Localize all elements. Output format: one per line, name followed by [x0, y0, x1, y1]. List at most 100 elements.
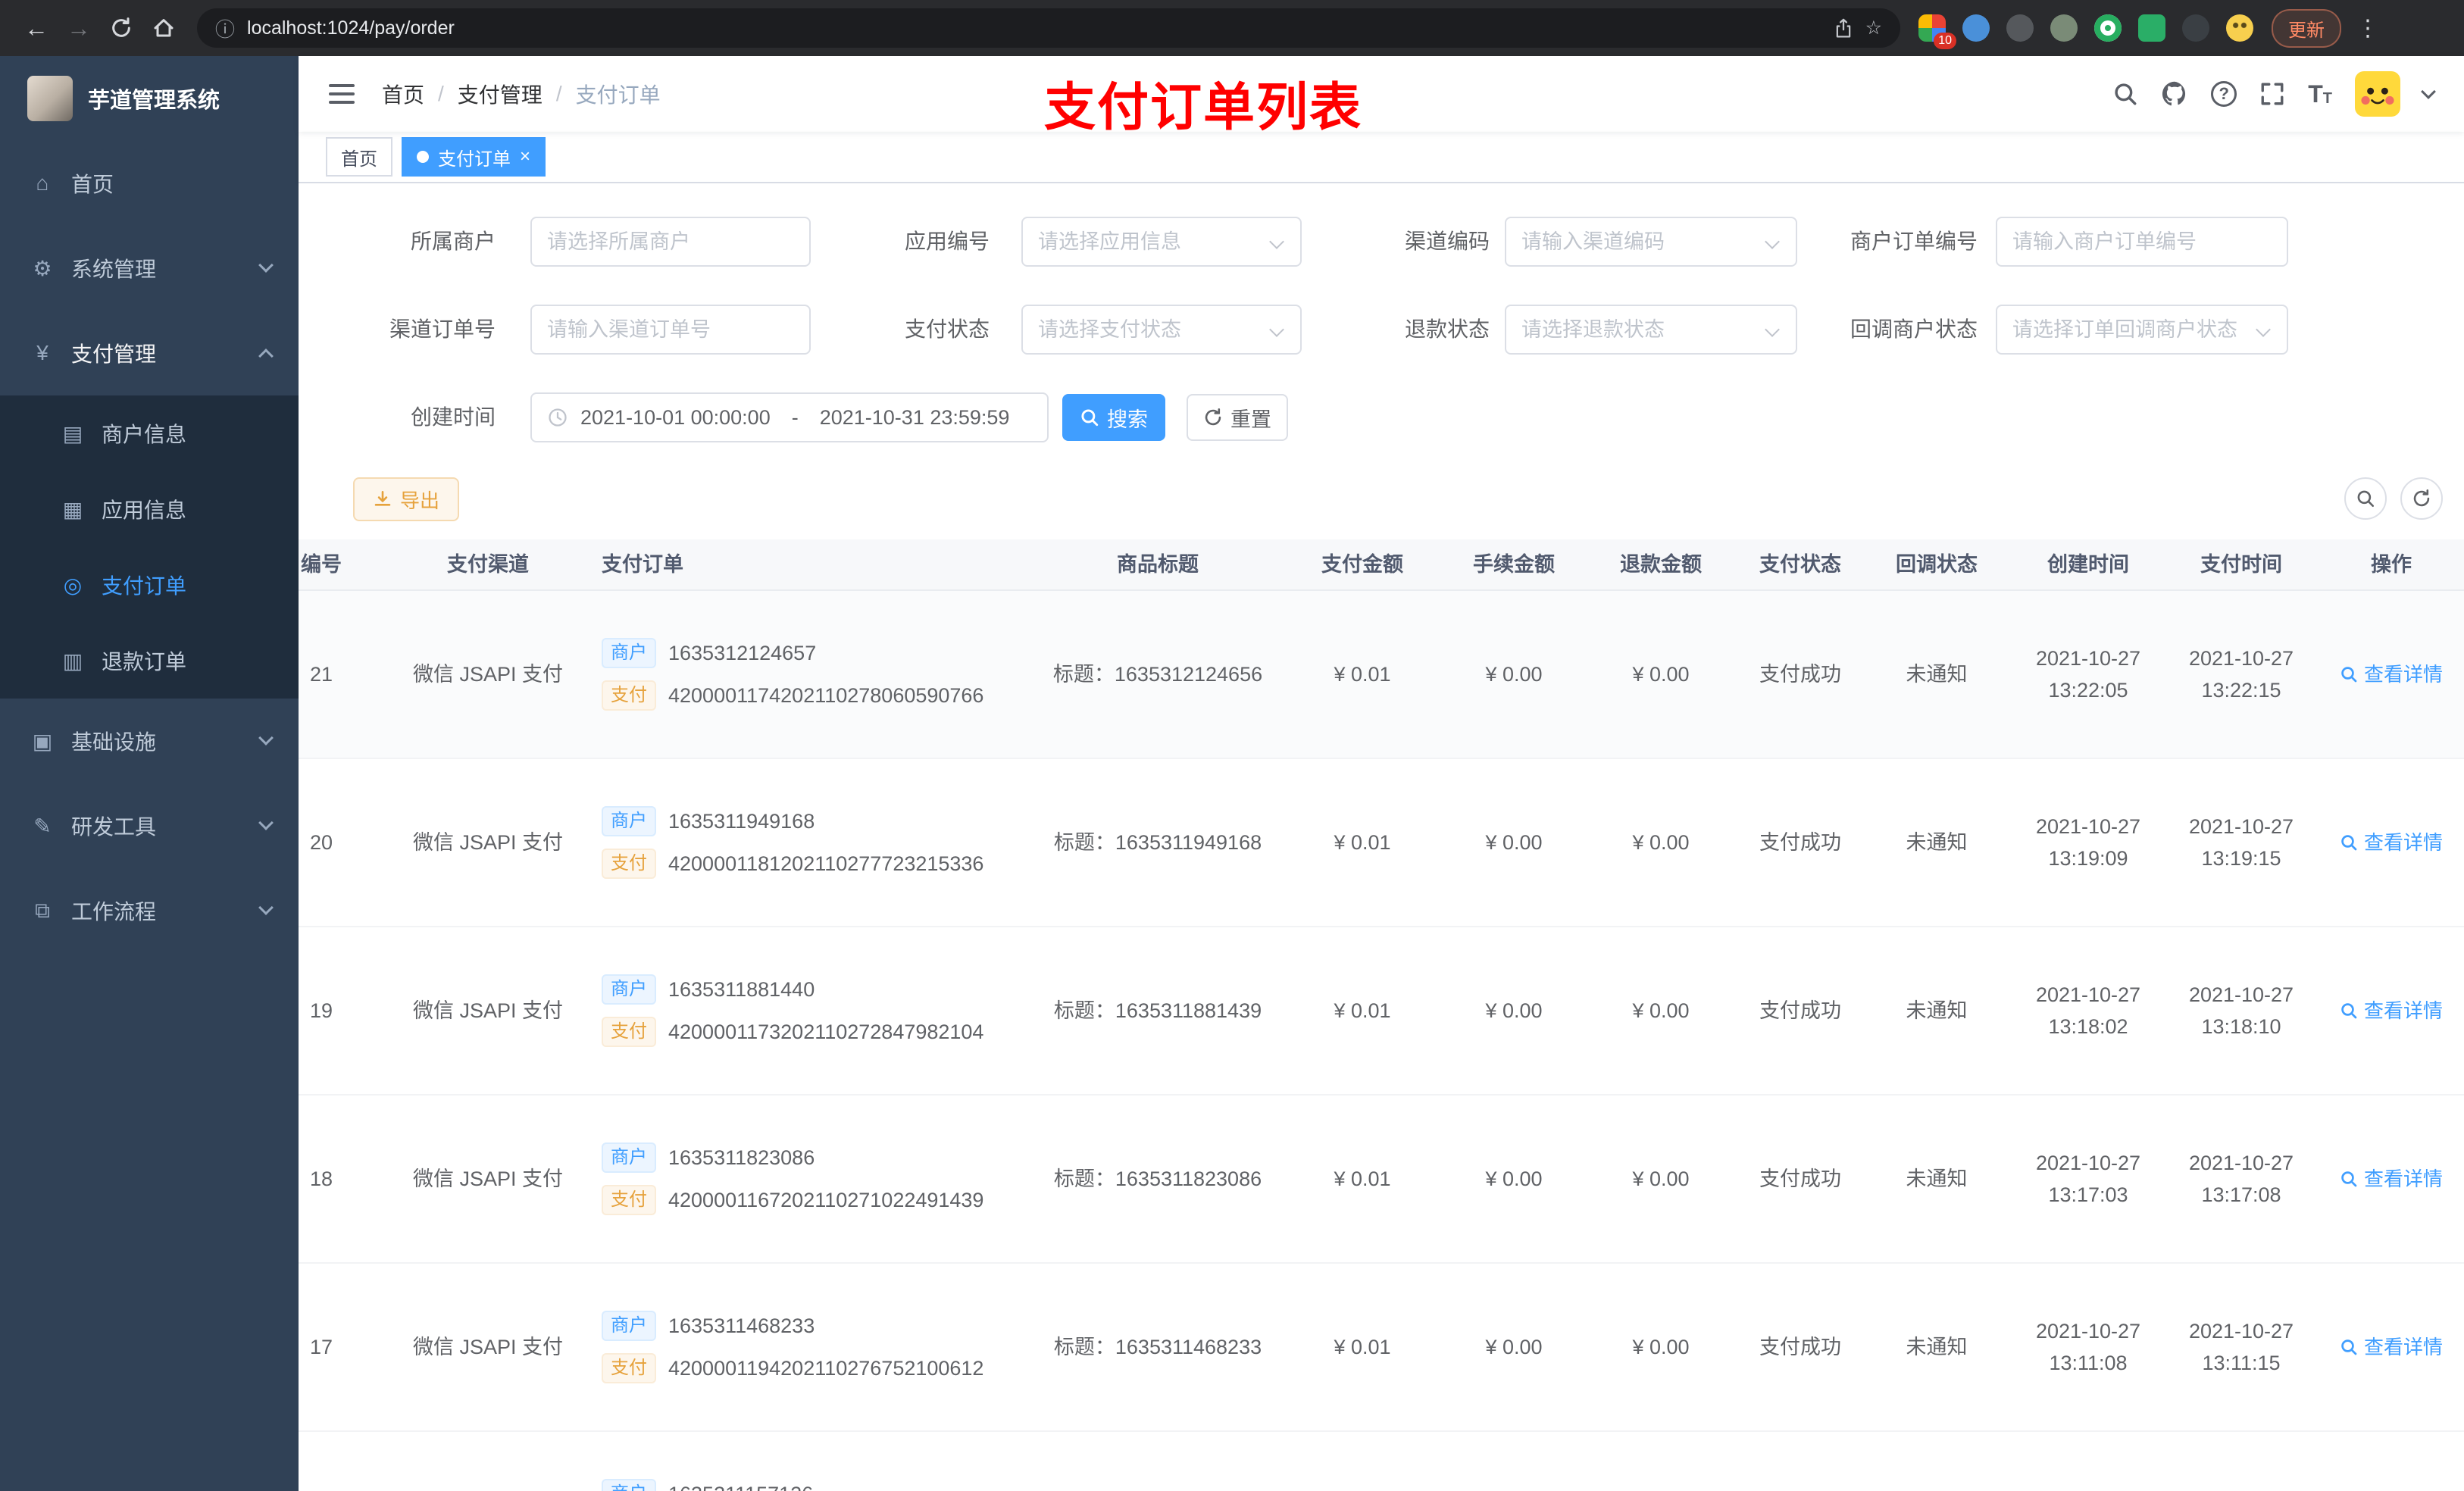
notify-status-filter-select[interactable]: [1996, 305, 2288, 355]
user-avatar[interactable]: [2355, 71, 2400, 117]
notify-status-input[interactable]: [2012, 317, 2272, 342]
sidebar-item-home[interactable]: ⌂ 首页: [0, 141, 299, 226]
pay-no-tag: 支付: [602, 1353, 656, 1383]
refresh-icon: [1205, 408, 1221, 426]
extension-icon-yellow-face[interactable]: [2226, 14, 2253, 42]
sidebar-item-label: 退款订单: [102, 650, 187, 674]
refresh-icon: [2413, 489, 2430, 507]
refund-amount: ¥ 0.00: [1632, 1167, 1690, 1190]
order-id: 21: [309, 663, 333, 686]
pay-status-input[interactable]: [1038, 317, 1285, 342]
browser-back-button[interactable]: ←: [15, 7, 58, 49]
sidebar-item-infra[interactable]: ▣ 基础设施: [0, 699, 299, 783]
refund-status-input[interactable]: [1521, 317, 1781, 342]
merchant-order-no-filter-input[interactable]: [1996, 217, 2288, 267]
tab-home[interactable]: 首页: [326, 137, 392, 177]
merchant-filter-input[interactable]: [530, 217, 811, 267]
sidebar-item-label: 支付订单: [102, 574, 187, 598]
site-info-icon[interactable]: ⓘ: [215, 14, 235, 42]
fee-amount: ¥ 0.00: [1485, 999, 1543, 1022]
sidebar-item-label: 系统管理: [71, 258, 157, 281]
sidebar-item-app-info[interactable]: ▦ 应用信息: [0, 471, 299, 547]
view-detail-link[interactable]: 查看详情: [2340, 995, 2443, 1027]
col-header-create-time: 创建时间: [2047, 553, 2129, 576]
col-header-fee: 手续金额: [1473, 553, 1555, 576]
sidebar-item-refund-order[interactable]: ▥ 退款订单: [0, 623, 299, 699]
tab-pay-order[interactable]: 支付订单 ×: [402, 137, 546, 177]
toggle-search-button[interactable]: [2344, 477, 2387, 520]
channel-order-no-input[interactable]: [547, 317, 794, 342]
pay-status: 支付成功: [1759, 663, 1841, 686]
github-icon[interactable]: [2161, 80, 2188, 108]
breadcrumb-separator: /: [438, 82, 444, 105]
extension-icon-green-chat[interactable]: [2138, 14, 2165, 42]
extension-icon-blue-drop[interactable]: [1962, 14, 1990, 42]
merchant-no-tag: 商户: [602, 638, 656, 668]
sidebar-item-dev-tools[interactable]: ✎ 研发工具: [0, 783, 299, 868]
pay-date: 2021-10-27: [2188, 983, 2294, 1006]
refund-amount: ¥ 0.00: [1632, 1336, 1690, 1358]
browser-update-button[interactable]: 更新: [2272, 8, 2341, 48]
breadcrumb-home[interactable]: 首页: [382, 79, 424, 109]
channel-code-input[interactable]: [1521, 230, 1781, 254]
browser-home-button[interactable]: [142, 7, 185, 49]
date-start-value[interactable]: 2021-10-01 00:00:00: [580, 406, 771, 430]
date-separator: -: [791, 405, 799, 429]
refund-status-filter-label: 退款状态: [1404, 317, 1490, 341]
table-row: 17 微信 JSAPI 支付 商户 1635311468233 支付 4200001…: [299, 1264, 2464, 1432]
refresh-table-button[interactable]: [2400, 477, 2443, 520]
hamburger-icon[interactable]: [329, 84, 355, 104]
share-icon[interactable]: [1834, 17, 1853, 39]
browser-menu-icon[interactable]: ⋮: [2356, 15, 2379, 42]
col-header-notify: 回调状态: [1896, 553, 1978, 576]
close-icon[interactable]: ×: [520, 148, 530, 166]
sidebar-item-system[interactable]: ⚙ 系统管理: [0, 226, 299, 311]
pay-no: 4200001167202110271022491439: [668, 1189, 984, 1211]
tab-label: 支付订单: [438, 148, 511, 170]
extension-icon-colorful[interactable]: 10: [1918, 14, 1956, 49]
sidebar-item-workflow[interactable]: ⧉ 工作流程: [0, 868, 299, 953]
view-detail-link[interactable]: 查看详情: [2340, 827, 2443, 858]
merchant-order-no-input[interactable]: [2012, 230, 2272, 254]
search-icon: [1081, 409, 1099, 427]
search-button[interactable]: 搜索: [1062, 394, 1165, 441]
bookmark-star-icon[interactable]: ☆: [1865, 17, 1882, 39]
extension-icon-gray[interactable]: [2050, 14, 2078, 42]
extension-badge: 10: [1934, 33, 1956, 49]
channel-order-no-filter-input[interactable]: [530, 305, 811, 355]
create-time-range-input[interactable]: 2021-10-01 00:00:00 - 2021-10-31 23:59:5…: [530, 392, 1049, 442]
search-icon[interactable]: [2112, 81, 2138, 107]
reset-button[interactable]: 重置: [1187, 394, 1288, 441]
help-icon[interactable]: ?: [2211, 81, 2237, 107]
avatar-caret-icon[interactable]: [2421, 84, 2436, 99]
pay-status-filter-select[interactable]: [1021, 305, 1302, 355]
extension-icon-green-circle[interactable]: [2094, 14, 2122, 42]
fee-amount: ¥ 0.00: [1485, 831, 1543, 854]
app-filter-select[interactable]: [1021, 217, 1302, 267]
breadcrumb-section[interactable]: 支付管理: [458, 79, 543, 109]
extension-icon-dark-puzzle[interactable]: [2182, 14, 2209, 42]
sidebar-item-payment[interactable]: ¥ 支付管理: [0, 311, 299, 395]
view-detail-link[interactable]: 查看详情: [2340, 1331, 2443, 1363]
sidebar-item-pay-order[interactable]: ◎ 支付订单: [0, 547, 299, 623]
create-date: 2021-10-27: [2035, 647, 2141, 670]
merchant-filter-label: 所属商户: [410, 230, 496, 253]
address-bar[interactable]: ⓘ localhost:1024/pay/order ☆: [197, 8, 1900, 48]
date-end-value[interactable]: 2021-10-31 23:59:59: [820, 406, 1010, 430]
sidebar-item-label: 商户信息: [102, 423, 187, 446]
browser-reload-button[interactable]: [100, 7, 142, 49]
font-size-icon[interactable]: TT: [2308, 82, 2332, 106]
merchant-input[interactable]: [547, 230, 794, 254]
fullscreen-icon[interactable]: [2259, 81, 2285, 107]
view-detail-link[interactable]: 查看详情: [2340, 1163, 2443, 1195]
app-input[interactable]: [1038, 230, 1285, 254]
notify-status: 未通知: [1906, 1167, 1968, 1190]
view-detail-link[interactable]: 查看详情: [2340, 658, 2443, 690]
create-time-filter-label: 创建时间: [410, 405, 496, 429]
browser-forward-button[interactable]: →: [58, 7, 100, 49]
create-date: 2021-10-27: [2035, 1320, 2141, 1343]
sidebar-item-merchant-info[interactable]: ▤ 商户信息: [0, 395, 299, 471]
export-button[interactable]: 导出: [353, 477, 460, 521]
screen: ← → ⓘ localhost:1024/pay/order ☆ 10 更新 ⋮…: [0, 0, 2464, 1491]
extension-icon-dark[interactable]: [2006, 14, 2034, 42]
